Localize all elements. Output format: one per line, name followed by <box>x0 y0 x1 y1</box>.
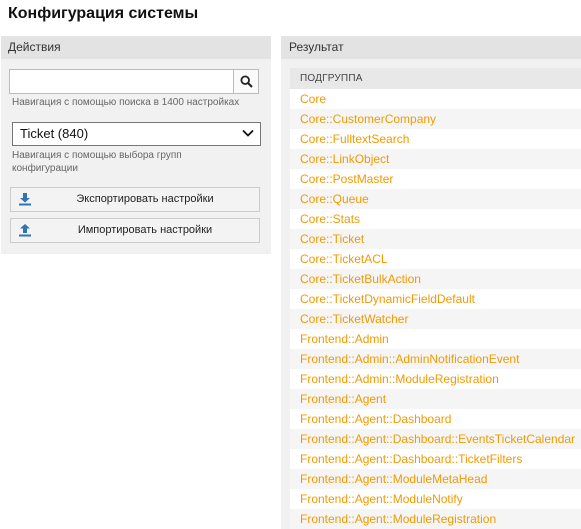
export-settings-button[interactable]: Экспортировать настройки <box>10 187 260 212</box>
page-title: Конфигурация системы <box>8 5 199 22</box>
table-row: Frontend::Admin::ModuleRegistration <box>290 369 581 389</box>
subgroup-link[interactable]: Frontend::Agent::ModuleMetaHead <box>300 472 487 486</box>
subgroup-link[interactable]: Frontend::Agent::Dashboard <box>300 412 451 426</box>
subgroup-link[interactable]: Frontend::Admin::ModuleRegistration <box>300 372 499 386</box>
table-row: Frontend::Agent::ModuleMetaHead <box>290 469 581 489</box>
table-row: Core::TicketWatcher <box>290 309 581 329</box>
group-select-hint: Навигация с помощью выбора групп конфигу… <box>12 150 182 174</box>
table-row: Frontend::Admin::AdminNotificationEvent <box>290 349 581 369</box>
subgroup-link[interactable]: Frontend::Agent::Dashboard::TicketFilter… <box>300 452 522 466</box>
download-icon <box>19 193 31 206</box>
subgroup-link[interactable]: Core::Queue <box>300 192 369 206</box>
subgroup-link[interactable]: Core <box>300 92 326 106</box>
subgroup-table: ПОДГРУППА CoreCore::CustomerCompanyCore:… <box>290 68 581 529</box>
subgroup-link[interactable]: Core::TicketACL <box>300 252 388 266</box>
subgroup-link[interactable]: Frontend::Agent::ModuleNotify <box>300 492 463 506</box>
group-select[interactable]: Ticket (840) <box>12 122 261 146</box>
result-header: Результат <box>281 36 581 59</box>
subgroup-link[interactable]: Frontend::Agent::ModuleRegistration <box>300 512 496 526</box>
actions-header: Действия <box>1 36 271 59</box>
subgroup-link[interactable]: Frontend::Agent <box>300 392 386 406</box>
subgroup-link[interactable]: Core::TicketDynamicFieldDefault <box>300 292 475 306</box>
subgroup-link[interactable]: Core::Ticket <box>300 232 364 246</box>
subgroup-link[interactable]: Core::CustomerCompany <box>300 112 436 126</box>
import-settings-button[interactable]: Импортировать настройки <box>10 218 260 243</box>
subgroup-link[interactable]: Core::PostMaster <box>300 172 393 186</box>
result-panel: Результат ПОДГРУППА CoreCore::CustomerCo… <box>281 36 581 529</box>
subgroup-link[interactable]: Core::TicketWatcher <box>300 312 408 326</box>
table-row: Frontend::Agent::Dashboard::EventsTicket… <box>290 429 581 449</box>
subgroup-rows: CoreCore::CustomerCompanyCore::FulltextS… <box>290 89 581 529</box>
search-button[interactable] <box>233 70 258 93</box>
subgroup-link[interactable]: Core::Stats <box>300 212 360 226</box>
table-row: Core::FulltextSearch <box>290 129 581 149</box>
table-row: Frontend::Agent::Dashboard <box>290 409 581 429</box>
table-row: Core::CustomerCompany <box>290 109 581 129</box>
import-settings-label: Импортировать настройки <box>77 224 213 236</box>
table-row: Core <box>290 89 581 109</box>
table-row: Core::TicketACL <box>290 249 581 269</box>
table-row: Core::TicketBulkAction <box>290 269 581 289</box>
search-box <box>9 69 259 94</box>
table-row: Core::Queue <box>290 189 581 209</box>
table-row: Core::PostMaster <box>290 169 581 189</box>
table-row: Frontend::Agent::ModuleRegistration <box>290 509 581 529</box>
actions-panel: Действия Навигация с помощью поиска в 14… <box>1 36 271 254</box>
table-row: Core::TicketDynamicFieldDefault <box>290 289 581 309</box>
subgroup-link[interactable]: Core::TicketBulkAction <box>300 272 421 286</box>
subgroup-column-header: ПОДГРУППА <box>290 68 581 89</box>
table-row: Frontend::Agent <box>290 389 581 409</box>
search-icon <box>239 75 253 88</box>
table-row: Frontend::Agent::ModuleNotify <box>290 489 581 509</box>
group-select-value: Ticket (840) <box>20 126 89 141</box>
subgroup-link[interactable]: Frontend::Admin <box>300 332 389 346</box>
chevron-down-icon <box>242 129 254 137</box>
subgroup-link[interactable]: Core::LinkObject <box>300 152 389 166</box>
search-hint: Навигация с помощью поиска в 1400 настро… <box>12 97 240 108</box>
subgroup-link[interactable]: Core::FulltextSearch <box>300 132 409 146</box>
subgroup-link[interactable]: Frontend::Agent::Dashboard::EventsTicket… <box>300 432 575 446</box>
export-settings-label: Экспортировать настройки <box>76 193 214 205</box>
table-row: Frontend::Admin <box>290 329 581 349</box>
table-row: Frontend::Agent::Dashboard::TicketFilter… <box>290 449 581 469</box>
subgroup-link[interactable]: Frontend::Admin::AdminNotificationEvent <box>300 352 519 366</box>
table-row: Core::Stats <box>290 209 581 229</box>
upload-icon <box>19 224 31 237</box>
search-input[interactable] <box>10 70 234 93</box>
table-row: Core::LinkObject <box>290 149 581 169</box>
table-row: Core::Ticket <box>290 229 581 249</box>
